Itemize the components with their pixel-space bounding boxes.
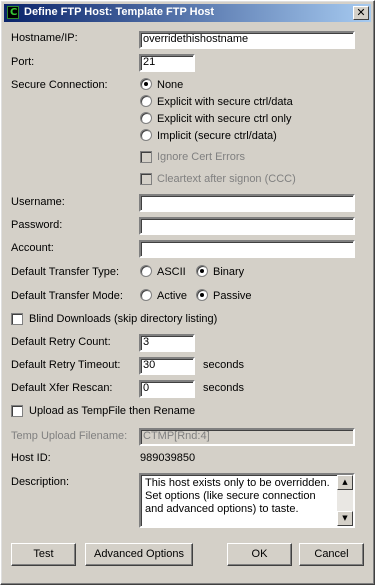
temp-upload-filename-label: Temp Upload Filename: [11,430,128,442]
cancel-button[interactable]: Cancel [299,543,364,566]
transfer-type-label: Default Transfer Type: [11,266,120,278]
retry-timeout-input[interactable]: 30 [139,357,195,375]
retry-timeout-unit: seconds [203,359,244,371]
description-textarea[interactable]: This host exists only to be overridden. … [139,473,355,528]
cleartext-ccc-checkbox[interactable] [140,173,152,185]
secure-none-label[interactable]: None [157,79,183,91]
ignore-cert-errors-checkbox[interactable] [140,151,152,163]
advanced-options-button[interactable]: Advanced Options [85,543,193,566]
blind-downloads-label[interactable]: Blind Downloads (skip directory listing) [29,313,217,325]
mode-passive-label[interactable]: Passive [213,290,252,302]
secure-none-radio[interactable] [140,78,152,90]
description-label: Description: [11,476,70,488]
title-bar[interactable]: C Define FTP Host: Template FTP Host ✕ [4,4,371,22]
description-scrollbar[interactable]: ▲ ▼ [337,475,353,526]
ignore-cert-errors-label: Ignore Cert Errors [157,151,246,163]
secure-explicit-data-radio[interactable] [140,95,152,107]
username-input[interactable] [139,194,355,212]
xfer-rescan-label: Default Xfer Rescan: [11,382,113,394]
hostname-label: Hostname/IP: [11,32,78,44]
account-input[interactable] [139,240,355,258]
transfer-binary-radio[interactable] [196,265,208,277]
secure-explicit-data-label[interactable]: Explicit with secure ctrl/data [157,96,293,108]
host-id-value: 989039850 [140,452,196,464]
account-label: Account: [11,242,54,254]
upload-tempfile-label[interactable]: Upload as TempFile then Rename [29,405,195,417]
retry-timeout-label: Default Retry Timeout: [11,359,121,371]
temp-upload-filename-input[interactable]: CTMP[Rnd:4] [139,428,355,446]
xfer-rescan-input[interactable]: 0 [139,380,195,398]
secure-implicit-label[interactable]: Implicit (secure ctrl/data) [157,130,277,142]
password-label: Password: [11,219,63,231]
upload-tempfile-checkbox[interactable] [11,405,23,417]
secure-explicit-ctrl-label[interactable]: Explicit with secure ctrl only [157,113,292,125]
secure-implicit-radio[interactable] [140,129,152,141]
close-button[interactable]: ✕ [353,6,369,20]
host-id-label: Host ID: [11,452,51,464]
scroll-up-icon[interactable]: ▲ [337,475,353,490]
secure-connection-label: Secure Connection: [11,79,108,91]
mode-passive-radio[interactable] [196,289,208,301]
mode-active-label[interactable]: Active [157,290,187,302]
window-title: Define FTP Host: Template FTP Host [24,6,215,18]
scroll-down-icon[interactable]: ▼ [337,511,353,526]
blind-downloads-checkbox[interactable] [11,313,23,325]
transfer-mode-label: Default Transfer Mode: [11,290,123,302]
port-label: Port: [11,56,35,68]
transfer-ascii-radio[interactable] [140,265,152,277]
mode-active-radio[interactable] [140,289,152,301]
app-icon: C [7,6,19,19]
hostname-input[interactable]: overridethishostname [139,31,355,49]
port-input[interactable]: 21 [139,54,195,72]
password-input[interactable] [139,217,355,235]
transfer-ascii-label[interactable]: ASCII [157,266,186,278]
ok-button[interactable]: OK [227,543,292,566]
retry-count-label: Default Retry Count: [11,336,111,348]
username-label: Username: [11,196,65,208]
transfer-binary-label[interactable]: Binary [213,266,244,278]
retry-count-input[interactable]: 3 [139,334,195,352]
xfer-rescan-unit: seconds [203,382,244,394]
test-button[interactable]: Test [11,543,76,566]
description-text: This host exists only to be overridden. … [145,477,330,515]
cleartext-ccc-label: Cleartext after signon (CCC) [157,173,296,185]
secure-explicit-ctrl-radio[interactable] [140,112,152,124]
